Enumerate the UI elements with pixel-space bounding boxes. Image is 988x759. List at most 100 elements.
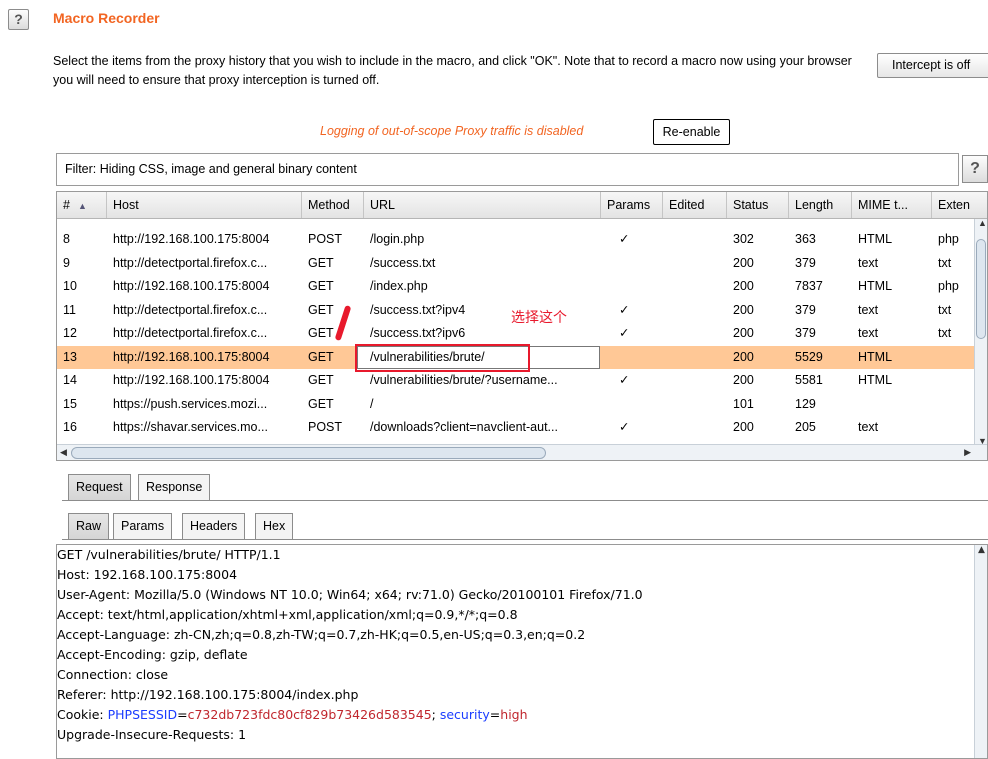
cell-status: 200 [733,302,754,317]
header-referer: Referer: http://192.168.100.175:8004/ind… [57,687,359,702]
annotation-label: 选择这个 [511,310,567,326]
cell-status: 200 [733,326,754,340]
cell-host: http://192.168.100.175:8004 [113,279,270,293]
cell-length: 363 [795,232,816,246]
cell-length: 379 [795,302,816,317]
table-vertical-scrollbar[interactable]: ▲ ▼ [974,218,987,446]
cell-edited [663,322,727,345]
cell-method: POST [308,232,343,246]
cell-extension [932,393,977,416]
column-header-length[interactable]: Length [789,192,852,218]
tab-params[interactable]: Params [113,513,173,540]
cell-status: 101 [733,396,754,411]
header-host: Host: 192.168.100.175:8004 [57,567,238,582]
cell-params: ✓ [619,232,630,246]
column-header-number[interactable]: # ▲ [57,192,107,218]
cell-extension [932,346,977,369]
page-title: Macro Recorder [53,10,160,26]
cell-host: http://192.168.100.175:8004 [113,373,270,387]
cell-method: GET [308,326,334,340]
cell-params [601,393,663,416]
header-cookie: Cookie: PHPSESSID=c732db723fdc80cf829b73… [57,707,528,722]
table-horizontal-scrollbar[interactable]: ◀ ▶ [57,444,987,460]
cell-number: 8 [63,232,70,246]
cell-number: 15 [63,396,77,411]
cell-status: 200 [733,373,754,387]
cell-edited [663,346,727,369]
table-row[interactable]: 16 https://shavar.services.mo... POST/down… [57,416,975,439]
table-header: # ▲ Host Method URL Params Edited Status … [57,192,987,219]
cell-method: GET [308,396,334,411]
table-row[interactable]: 10 http://192.168.100.175:8004 GET/index.p… [57,275,975,298]
scroll-up-icon[interactable]: ▲ [978,218,987,228]
column-header-url[interactable]: URL [364,192,601,218]
header-connection: Connection: close [57,667,169,682]
cell-edited [663,252,727,275]
cookie-value-security: high [500,707,528,722]
cell-extension: txt [938,255,952,270]
cell-host: http://192.168.100.175:8004 [113,232,270,246]
intercept-toggle-button[interactable]: Intercept is off [877,53,988,78]
help-button[interactable]: ? [8,9,29,30]
column-header-edited[interactable]: Edited [663,192,727,218]
cell-number: 12 [63,326,77,340]
instructions-text: Select the items from the proxy history … [53,54,852,87]
horizontal-scroll-thumb[interactable] [71,447,546,459]
table-row[interactable]: 15 https://push.services.mozi... GET / 101 12… [57,393,975,416]
cell-extension: txt [938,326,952,340]
cell-number: 11 [63,302,76,317]
tab-hex[interactable]: Hex [255,513,294,540]
raw-request-editor[interactable]: GET /vulnerabilities/brute/ HTTP/1.1 Hos… [56,544,988,759]
cell-extension [932,369,977,392]
request-line: GET /vulnerabilities/brute/ HTTP/1.1 [57,547,281,562]
header-accept-language: Accept-Language: zh-CN,zh;q=0.8,zh-TW;q=… [57,627,586,642]
column-header-mime[interactable]: MIME t... [852,192,932,218]
tab-response[interactable]: Response [138,474,211,501]
column-header-method[interactable]: Method [302,192,364,218]
cell-url: /index.php [370,279,428,293]
table-row[interactable]: 14 http://192.168.100.175:8004 GET/vulnera… [57,369,975,392]
cell-status: 200 [733,420,754,434]
tab-raw[interactable]: Raw [68,513,110,540]
cell-mime: HTML [858,373,893,387]
cell-mime [852,393,932,416]
cell-method: POST [308,420,343,434]
cell-mime: text [858,302,879,317]
cell-status: 200 [733,255,754,270]
cell-params [601,275,663,298]
cell-edited [663,369,727,392]
cell-mime: HTML [858,279,893,293]
column-header-extension[interactable]: Exten [932,192,987,218]
column-header-params[interactable]: Params [601,192,663,218]
cell-edited [663,275,727,298]
cell-edited [663,299,727,322]
cell-edited [663,393,727,416]
tab-headers[interactable]: Headers [182,513,246,540]
filter-bar[interactable]: Filter: Hiding CSS, image and general bi… [56,153,959,186]
cell-method: GET [308,302,334,317]
cell-length: 5529 [795,349,823,364]
scroll-left-icon[interactable]: ◀ [60,447,67,458]
cell-number: 10 [63,279,77,293]
cell-host: http://detectportal.firefox.c... [113,302,268,317]
header-accept: Accept: text/html,application/xhtml+xml,… [57,607,518,622]
reenable-button[interactable]: Re-enable [653,119,730,145]
cell-number: 9 [63,255,70,270]
tab-request[interactable]: Request [68,474,131,501]
column-header-status[interactable]: Status [727,192,789,218]
column-header-host[interactable]: Host [107,192,302,218]
table-row[interactable]: 8 http://192.168.100.175:8004 POST/login.p… [57,228,975,251]
raw-vertical-scrollbar[interactable]: ▲ [974,545,987,758]
vertical-scroll-thumb[interactable] [976,239,986,339]
table-row[interactable]: 9 http://detectportal.firefox.c... GET/suc… [57,252,975,275]
cell-params [601,252,663,275]
scroll-up-icon[interactable]: ▲ [978,545,985,555]
header-upgrade-insecure-requests: Upgrade-Insecure-Requests: 1 [57,727,247,742]
cell-edited [663,228,727,251]
cell-mime: text [858,326,879,340]
scroll-right-icon[interactable]: ▶ [964,447,971,458]
cell-url: /vulnerabilities/brute/?username... [370,373,558,387]
cell-host: http://detectportal.firefox.c... [113,255,268,270]
filter-help-button[interactable]: ? [962,155,988,183]
cell-method: GET [308,279,334,293]
